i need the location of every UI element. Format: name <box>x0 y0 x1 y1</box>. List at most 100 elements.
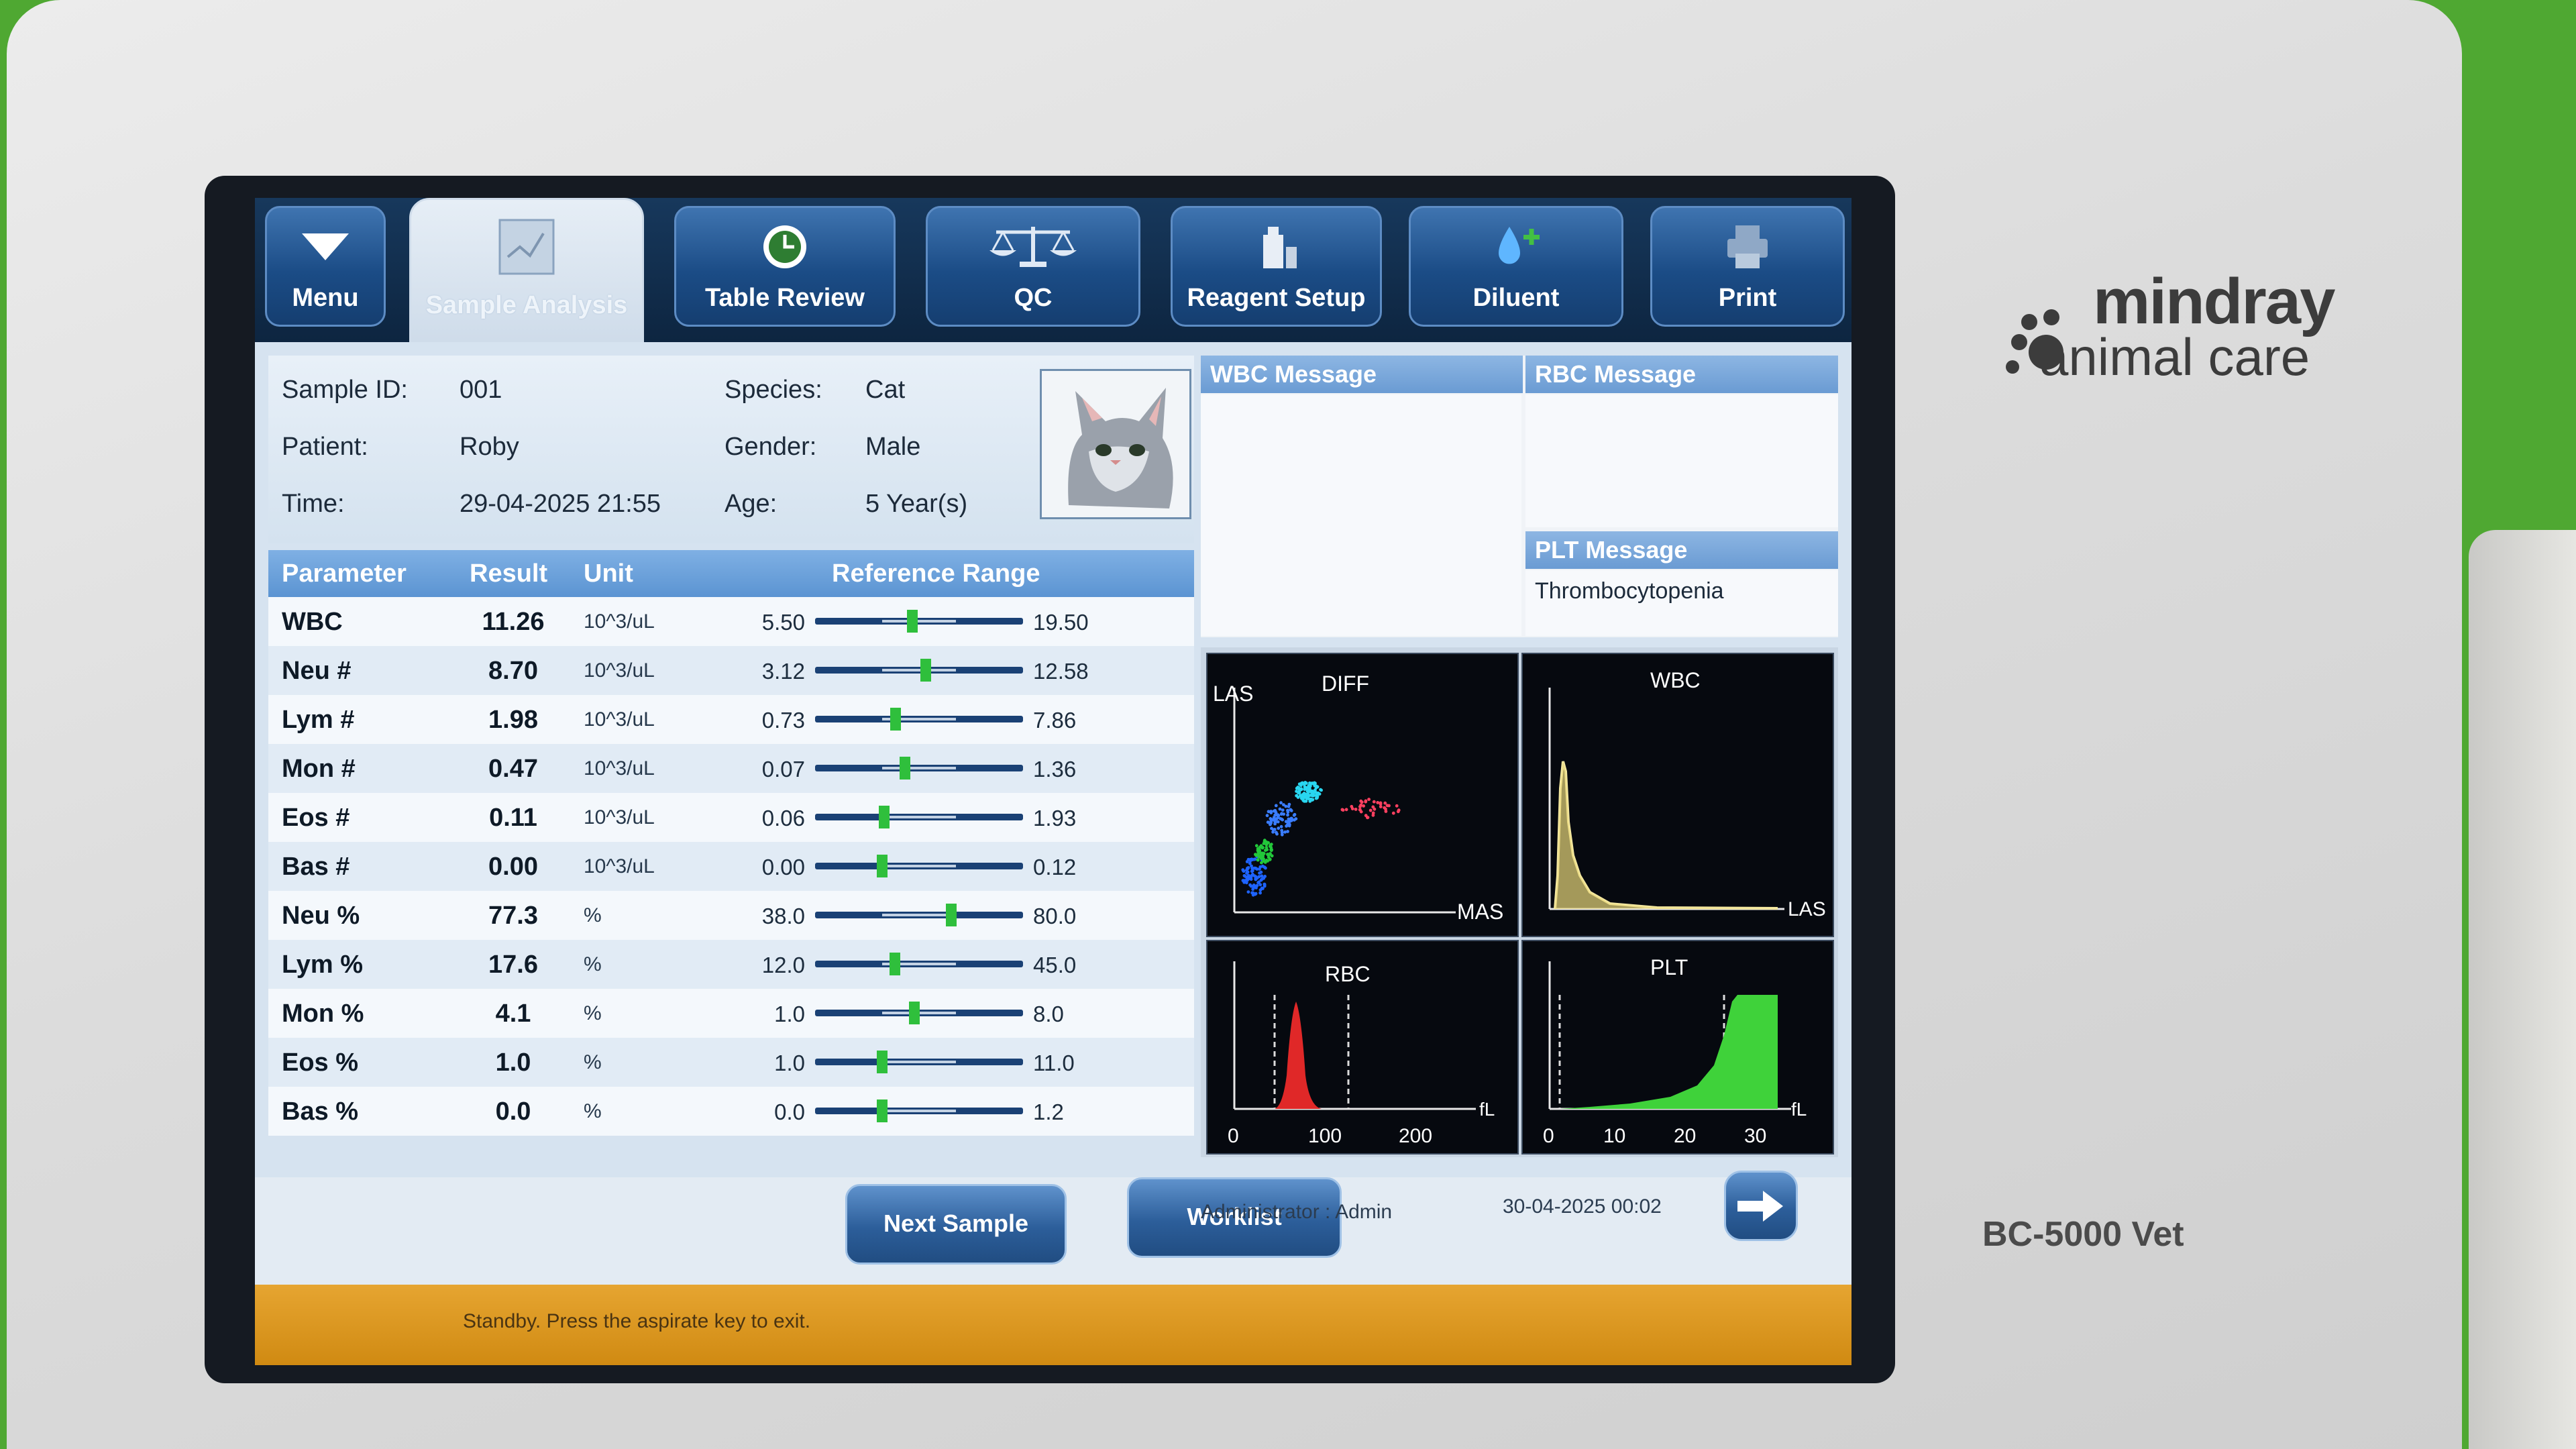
table-row[interactable]: Bas # 0.00 10^3/uL 0.00 0.12 <box>268 842 1194 891</box>
scatter-point <box>1255 876 1259 880</box>
param-result: 1.0 <box>495 1049 531 1077</box>
param-unit: % <box>584 1002 602 1024</box>
range-low: 0.0 <box>774 1099 805 1124</box>
table-row[interactable]: Bas % 0.0% 0.0 1.2 <box>268 1087 1194 1136</box>
range-marker <box>879 806 890 828</box>
range-bar <box>815 708 1023 731</box>
range-high: 1.36 <box>1033 757 1077 782</box>
table-row[interactable]: Neu # 8.70 10^3/uL 3.12 12.58 <box>268 646 1194 695</box>
scatter-point <box>1311 798 1315 802</box>
scatter-point <box>1256 881 1260 885</box>
scatter-point <box>1308 781 1311 785</box>
scatter-point <box>1282 812 1285 816</box>
scatter-point <box>1304 799 1308 803</box>
param-result: 1.98 <box>488 706 538 734</box>
tab-reagent-setup[interactable]: Reagent Setup <box>1171 206 1382 327</box>
rbc-message-body <box>1525 394 1838 527</box>
table-row[interactable]: Mon # 0.47 10^3/uL 0.07 1.36 <box>268 744 1194 793</box>
adjacent-device <box>2469 530 2576 1449</box>
scatter-point <box>1305 786 1308 790</box>
scatter-point <box>1264 849 1267 852</box>
rbc-histogram[interactable]: RBC fL 0 100 200 <box>1206 940 1519 1155</box>
tab-sample-analysis[interactable]: Sample Analysis <box>409 198 644 342</box>
range-bar <box>815 1051 1023 1073</box>
rbc-tick-100: 100 <box>1308 1125 1342 1147</box>
table-row[interactable]: Mon % 4.1% 1.0 8.0 <box>268 989 1194 1038</box>
age-label: Age: <box>724 490 777 518</box>
range-bar <box>815 904 1023 926</box>
scatter-point <box>1256 858 1260 862</box>
species-value: Cat <box>865 376 906 404</box>
wbc-histogram[interactable]: WBC LAS <box>1521 653 1834 937</box>
scatter-point <box>1359 799 1363 803</box>
rbc-graph-unit: fL <box>1479 1099 1495 1120</box>
tab-qc[interactable]: QC <box>926 206 1140 327</box>
table-row[interactable]: Eos # 0.11 10^3/uL 0.06 1.93 <box>268 793 1194 842</box>
tab-menu[interactable]: Menu <box>265 206 386 327</box>
param-result: 8.70 <box>488 657 538 685</box>
scatter-point <box>1254 844 1258 848</box>
scatter-point <box>1269 811 1273 814</box>
next-page-button[interactable] <box>1724 1171 1798 1241</box>
scatter-point <box>1249 877 1253 881</box>
scatter-point <box>1383 801 1387 805</box>
plt-histogram[interactable]: PLT fL 0 10 20 30 <box>1521 940 1834 1155</box>
table-row[interactable]: WBC 11.26 10^3/uL 5.50 19.50 <box>268 597 1194 646</box>
scatter-point <box>1313 784 1317 788</box>
param-result: 0.47 <box>488 755 538 783</box>
scatter-point <box>1272 816 1276 819</box>
range-low: 12.0 <box>761 953 805 977</box>
sample-id-value: 001 <box>460 376 502 404</box>
range-low: 0.00 <box>761 855 805 879</box>
scatter-point <box>1248 861 1252 865</box>
parameter-table: WBC 11.26 10^3/uL 5.50 19.50 Neu # 8.70 10^3/u… <box>268 597 1194 1136</box>
tab-menu-label: Menu <box>292 284 359 312</box>
range-high: 7.86 <box>1033 708 1077 733</box>
diff-scattergram[interactable]: LAS DIFF MAS <box>1206 653 1519 937</box>
tab-table-review[interactable]: Table Review <box>674 206 896 327</box>
plt-graph-title: PLT <box>1650 955 1688 979</box>
tab-print[interactable]: Print <box>1650 206 1845 327</box>
param-unit: 10^3/uL <box>584 806 655 828</box>
touch-screen: Menu Sample Analysis Table Review QC Rea… <box>255 198 1851 1365</box>
scatter-point <box>1395 804 1399 808</box>
scatter-point <box>1273 822 1277 826</box>
range-marker <box>909 1002 920 1024</box>
table-row[interactable]: Lym % 17.6% 12.0 45.0 <box>268 940 1194 989</box>
parameter-table-header: Parameter Result Unit Reference Range <box>268 550 1194 597</box>
graphs-area: LAS DIFF MAS WBC LAS RBC fL 0 100 200 PL… <box>1201 647 1838 1157</box>
rbc-message-title: RBC Message <box>1525 356 1838 393</box>
scatter-point <box>1261 887 1265 890</box>
param-unit: % <box>584 1100 602 1122</box>
rbc-tick-0: 0 <box>1228 1125 1239 1147</box>
scatter-point <box>1263 839 1267 843</box>
param-name: Neu % <box>282 902 360 930</box>
scatter-point <box>1279 801 1283 805</box>
table-row[interactable]: Eos % 1.0% 1.0 11.0 <box>268 1038 1194 1087</box>
scatter-point <box>1270 826 1273 830</box>
species-label: Species: <box>724 376 822 404</box>
param-unit: % <box>584 1051 602 1073</box>
next-sample-button[interactable]: Next Sample <box>845 1184 1067 1265</box>
table-row[interactable]: Lym # 1.98 10^3/uL 0.73 7.86 <box>268 695 1194 744</box>
tab-diluent[interactable]: Diluent <box>1409 206 1623 327</box>
param-unit: % <box>584 953 602 975</box>
range-high: 80.0 <box>1033 904 1077 928</box>
param-name: Bas # <box>282 853 350 881</box>
scatter-point <box>1254 853 1258 857</box>
diff-y-label: LAS <box>1213 682 1253 706</box>
scatter-point <box>1320 788 1323 792</box>
header-result: Result <box>470 559 548 588</box>
droplet-plus-icon <box>1499 227 1540 264</box>
scatter-point <box>1250 869 1254 873</box>
table-row[interactable]: Neu % 77.3% 38.0 80.0 <box>268 891 1194 940</box>
plt-tick-20: 20 <box>1674 1125 1696 1147</box>
scatter-point <box>1289 809 1293 812</box>
status-bar: Standby. Press the aspirate key to exit. <box>255 1285 1851 1365</box>
tab-qc-label: QC <box>1014 284 1053 312</box>
sample-info-panel: Sample ID: 001 Patient: Roby Time: 29-04… <box>268 356 1194 543</box>
scatter-point <box>1246 878 1250 882</box>
scatter-point <box>1305 794 1309 798</box>
scatter-point <box>1302 792 1306 795</box>
param-unit: 10^3/uL <box>584 757 655 780</box>
